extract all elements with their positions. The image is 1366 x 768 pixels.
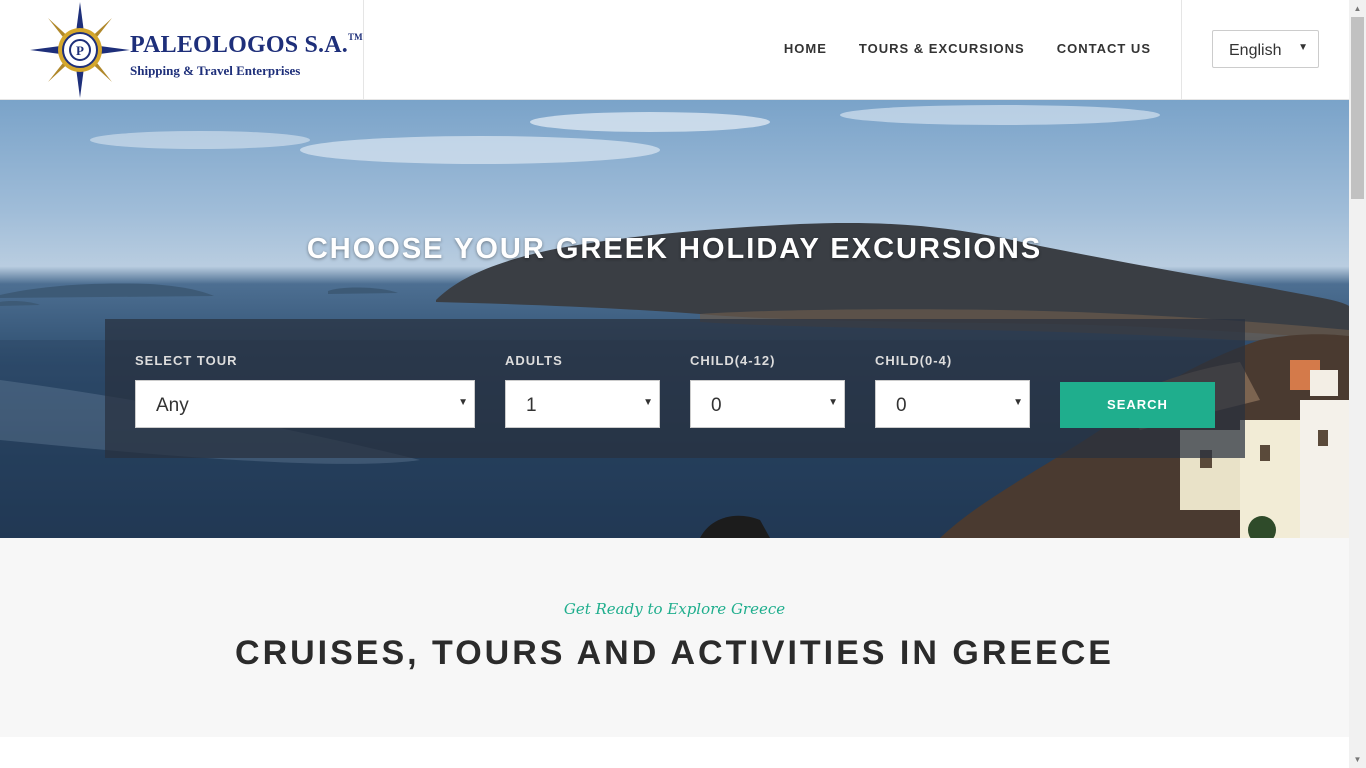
scroll-down-icon[interactable]: ▼ bbox=[1349, 751, 1366, 768]
chevron-down-icon: ▼ bbox=[1298, 42, 1308, 53]
adults-label: ADULTS bbox=[505, 353, 563, 368]
select-tour-label: SELECT TOUR bbox=[135, 353, 238, 368]
nav-contact-us[interactable]: CONTACT US bbox=[1057, 41, 1151, 56]
language-select[interactable]: English ▼ bbox=[1212, 30, 1319, 68]
scrollbar-thumb[interactable] bbox=[1351, 17, 1364, 199]
logo-tagline: Shipping & Travel Enterprises bbox=[130, 63, 301, 78]
nav-tours-excursions[interactable]: TOURS & EXCURSIONS bbox=[859, 41, 1025, 56]
section-subtitle: Get Ready to Explore Greece bbox=[563, 600, 786, 618]
language-value: English bbox=[1229, 42, 1282, 59]
child-0-4-label: CHILD(0-4) bbox=[875, 353, 953, 368]
child-4-12-dropdown[interactable]: 0 ▼ bbox=[690, 380, 845, 428]
section-title: CRUISES, TOURS AND ACTIVITIES IN GREECE bbox=[235, 634, 1114, 672]
svg-text:P: P bbox=[76, 43, 84, 58]
main-nav: HOME TOURS & EXCURSIONS CONTACT US bbox=[784, 41, 1151, 56]
adults-value: 1 bbox=[526, 395, 537, 416]
chevron-down-icon: ▼ bbox=[1013, 397, 1023, 408]
hero-title: CHOOSE YOUR GREEK HOLIDAY EXCURSIONS bbox=[306, 233, 1043, 265]
chevron-down-icon: ▼ bbox=[458, 397, 468, 408]
select-tour-value: Any bbox=[156, 395, 189, 416]
child-4-12-value: 0 bbox=[711, 395, 722, 416]
scroll-up-icon[interactable]: ▲ bbox=[1349, 0, 1366, 17]
site-header: P PALEOLOGOS S.A.TM Shipping & Travel En… bbox=[0, 0, 1349, 100]
content-section-start bbox=[0, 737, 1349, 768]
compass-icon: P bbox=[30, 2, 130, 98]
tour-search-form: SELECT TOUR Any ▼ ADULTS 1 ▼ CHILD(4-12)… bbox=[105, 319, 1245, 458]
child-0-4-value: 0 bbox=[896, 395, 907, 416]
child-4-12-label: CHILD(4-12) bbox=[690, 353, 776, 368]
search-button[interactable]: SEARCH bbox=[1060, 382, 1215, 428]
hero-banner: CHOOSE YOUR GREEK HOLIDAY EXCURSIONS SEL… bbox=[0, 100, 1349, 538]
select-tour-dropdown[interactable]: Any ▼ bbox=[135, 380, 475, 428]
adults-dropdown[interactable]: 1 ▼ bbox=[505, 380, 660, 428]
child-0-4-dropdown[interactable]: 0 ▼ bbox=[875, 380, 1030, 428]
nav-home[interactable]: HOME bbox=[784, 41, 827, 56]
page-scrollbar[interactable]: ▲ ▼ bbox=[1349, 0, 1366, 768]
logo-name: PALEOLOGOS S.A.TM bbox=[130, 32, 363, 58]
chevron-down-icon: ▼ bbox=[643, 397, 653, 408]
divider bbox=[1181, 0, 1182, 100]
chevron-down-icon: ▼ bbox=[828, 397, 838, 408]
logo[interactable]: P PALEOLOGOS S.A.TM Shipping & Travel En… bbox=[0, 0, 364, 100]
